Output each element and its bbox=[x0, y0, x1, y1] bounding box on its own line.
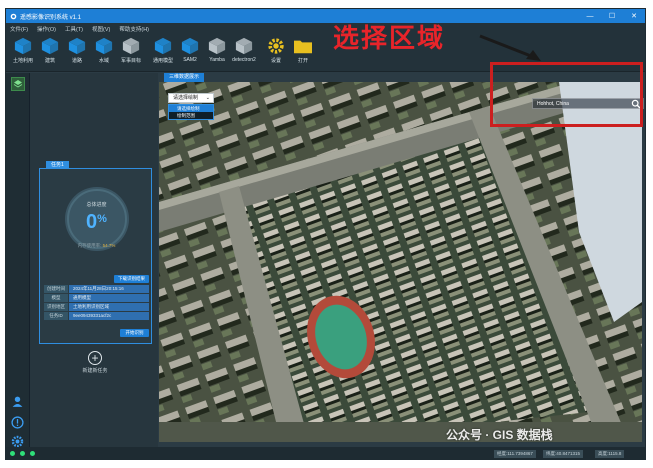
latitude-readout: 纬度:40.8471315 bbox=[543, 450, 584, 458]
tab-3d-data[interactable]: 三维数据展示 bbox=[164, 73, 205, 82]
download-results-button[interactable]: 下载识别结果 bbox=[114, 275, 149, 283]
draw-option-range[interactable]: 绘制范围 bbox=[169, 112, 213, 119]
status-dot bbox=[30, 451, 35, 456]
progress-number: 0 bbox=[86, 211, 98, 233]
menu-view[interactable]: 视图(V) bbox=[92, 25, 110, 33]
cube-icon bbox=[95, 37, 113, 55]
toolbar-button-label: 道路 bbox=[71, 58, 82, 64]
info-value: 2024年11月28日20:15:16 bbox=[69, 285, 149, 293]
toolbar-button[interactable]: SAM2 bbox=[177, 37, 203, 63]
toolbar-button[interactable]: 建筑 bbox=[37, 37, 63, 64]
cube-icon bbox=[68, 37, 86, 55]
annotation-arrow-icon bbox=[479, 34, 541, 61]
gear-icon bbox=[267, 37, 285, 55]
memory-usage: 内存使用率: 54.7% bbox=[77, 243, 116, 248]
toolbar-button-label: 水域 bbox=[98, 58, 109, 64]
status-indicators bbox=[10, 451, 35, 456]
toolbar-button-label: 建筑 bbox=[44, 58, 55, 64]
progress-value: 0% bbox=[40, 211, 153, 234]
draw-mode-value: 请选择绘制 bbox=[173, 95, 199, 101]
toolbar-button-label: 通用模型 bbox=[152, 58, 173, 64]
start-recognition-button[interactable]: 开始识别 bbox=[120, 329, 149, 337]
add-task-button[interactable]: + 新建新任务 bbox=[77, 351, 113, 374]
draw-mode-select[interactable]: 请选择绘制 ⌄ bbox=[168, 93, 214, 103]
toolbar-button[interactable]: 道路 bbox=[64, 37, 90, 64]
info-value: 通用模型 bbox=[69, 294, 149, 302]
task-card: 任务1 总体进度 0% 内存使用率: 54.7% 下载识别结果 创建时间 2024… bbox=[39, 161, 153, 344]
menu-operate[interactable]: 操作(O) bbox=[37, 25, 56, 33]
toolbar-button[interactable]: detectron2 bbox=[231, 37, 257, 63]
app-logo-icon bbox=[10, 13, 17, 19]
toolbar-button-label: 打开 bbox=[297, 58, 308, 64]
info-row: 创建时间 2024年11月28日20:15:16 bbox=[44, 285, 149, 293]
toolbar-button-label: detectron2 bbox=[232, 57, 256, 63]
menu-file[interactable]: 文件(F) bbox=[10, 25, 28, 33]
altitude-readout: 高度:1115.8 bbox=[595, 450, 625, 458]
satellite-map-view[interactable] bbox=[159, 82, 642, 442]
toolbar-button[interactable]: 军事目标 bbox=[118, 37, 144, 64]
toolbar-button[interactable]: 土地利用 bbox=[10, 37, 36, 64]
cube-icon bbox=[41, 37, 59, 55]
info-row: 识别地区 土地利用识别区域 bbox=[44, 303, 149, 311]
toolbar-button-label: SAM2 bbox=[183, 57, 197, 63]
cube-icon bbox=[154, 37, 172, 55]
minimize-button[interactable]: — bbox=[579, 9, 601, 23]
annotation-label: 选择区域 bbox=[333, 24, 446, 54]
folder-icon bbox=[293, 37, 313, 55]
toolbar-button[interactable]: 通用模型 bbox=[150, 37, 176, 64]
plus-icon: + bbox=[88, 351, 102, 365]
layers-icon bbox=[13, 80, 23, 88]
layers-button[interactable] bbox=[11, 77, 25, 91]
info-row: 模型 通用模型 bbox=[44, 294, 149, 302]
menu-help[interactable]: 帮助支持(H) bbox=[119, 25, 149, 33]
memory-label: 内存使用率 bbox=[77, 243, 101, 248]
annotation-highlight-box bbox=[490, 62, 643, 127]
info-key: 任务ID bbox=[44, 312, 68, 320]
user-icon[interactable] bbox=[11, 395, 24, 408]
status-dot bbox=[20, 451, 25, 456]
info-value: 9ee09439331acf2c bbox=[69, 312, 149, 320]
cube-icon bbox=[208, 37, 226, 55]
longitude-readout: 经度:111.7394867 bbox=[494, 450, 536, 458]
toolbar-button[interactable]: Yamba bbox=[204, 37, 230, 63]
info-value: 土地利用识别区域 bbox=[69, 303, 149, 311]
status-bar: 经度:111.7394867 纬度:40.8471315 高度:1115.8 bbox=[6, 447, 645, 459]
watermark: 公众号 · GIS 数据栈 bbox=[446, 428, 553, 442]
gauge-title: 总体进度 bbox=[86, 202, 107, 208]
window-title: 遥感影像识别系统 v1.1 bbox=[20, 14, 82, 21]
maximize-button[interactable]: ☐ bbox=[601, 9, 623, 23]
toolbar-button[interactable]: 水域 bbox=[91, 37, 117, 64]
close-button[interactable]: ✕ bbox=[623, 9, 645, 23]
info-icon[interactable] bbox=[11, 416, 24, 429]
menu-tools[interactable]: 工具(T) bbox=[65, 25, 83, 33]
cube-icon bbox=[14, 37, 32, 55]
info-row: 任务ID 9ee09439331acf2c bbox=[44, 312, 149, 320]
status-dot bbox=[10, 451, 15, 456]
draw-mode-dropdown: 请选择绘制 绘制范围 bbox=[168, 104, 214, 120]
task-tab[interactable]: 任务1 bbox=[46, 161, 69, 169]
info-key: 创建时间 bbox=[44, 285, 68, 293]
map-bottom-ground bbox=[159, 422, 642, 442]
cube-icon bbox=[181, 37, 199, 55]
info-key: 识别地区 bbox=[44, 303, 68, 311]
memory-value: 54.7% bbox=[102, 243, 116, 248]
title-bar: 遥感影像识别系统 v1.1 — ☐ ✕ bbox=[6, 9, 645, 23]
draw-option-none[interactable]: 请选择绘制 bbox=[169, 105, 213, 112]
cube-icon bbox=[235, 37, 253, 55]
info-key: 模型 bbox=[44, 294, 68, 302]
cube-icon bbox=[122, 37, 140, 55]
progress-unit: % bbox=[97, 213, 107, 225]
task-side-panel: 任务1 总体进度 0% 内存使用率: 54.7% 下载识别结果 创建时间 2024… bbox=[30, 73, 158, 449]
task-info-table: 创建时间 2024年11月28日20:15:16 模型 通用模型 识别地区 土地利用识… bbox=[44, 285, 149, 321]
toolbar-button[interactable]: 设置 bbox=[263, 37, 289, 64]
toolbar-button-label: 军事目标 bbox=[120, 58, 141, 64]
chevron-down-icon: ⌄ bbox=[205, 95, 210, 101]
add-task-label: 新建新任务 bbox=[82, 368, 108, 374]
toolbar-button-label: Yamba bbox=[209, 57, 225, 63]
toolbar-button[interactable]: 打开 bbox=[290, 37, 316, 64]
left-icon-strip bbox=[6, 73, 30, 457]
menu-bar: 文件(F) 操作(O) 工具(T) 视图(V) 帮助支持(H) bbox=[6, 23, 645, 34]
toolbar-button-label: 设置 bbox=[270, 58, 281, 64]
toolbar-button-label: 土地利用 bbox=[12, 58, 33, 64]
